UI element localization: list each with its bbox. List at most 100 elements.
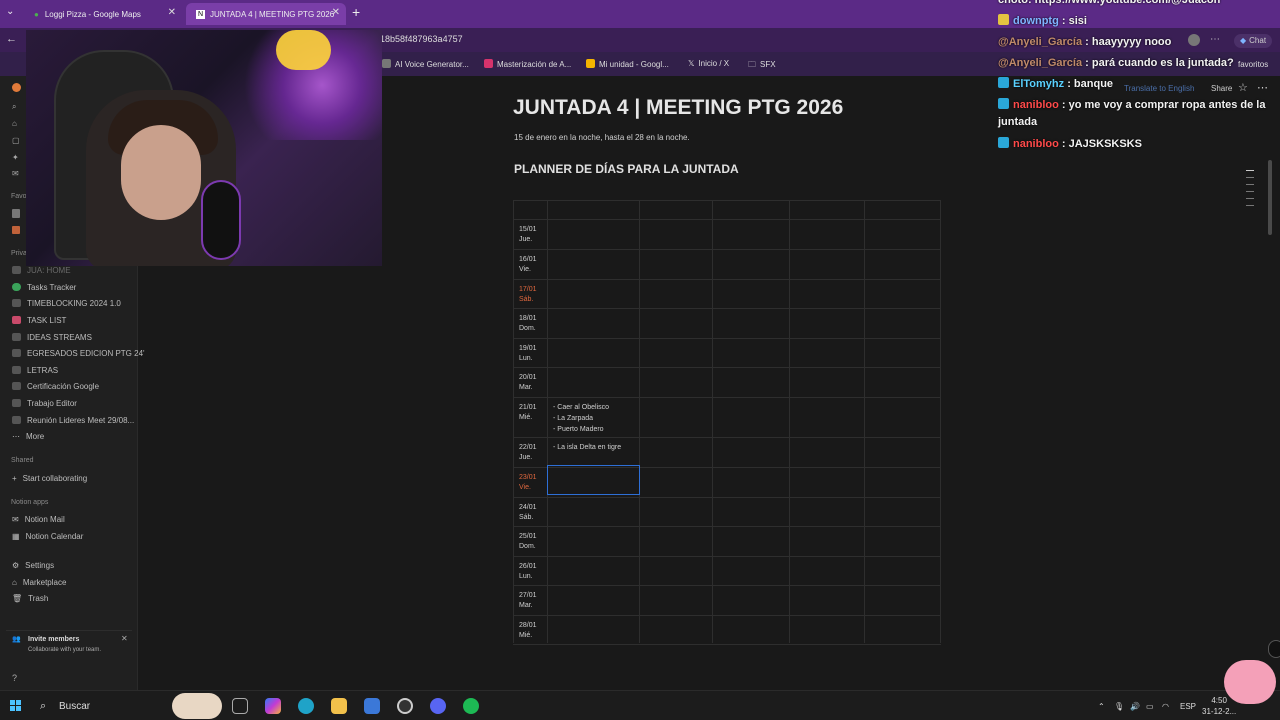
sidebar-item-more[interactable]: ⋯ More: [12, 432, 44, 441]
wifi-icon[interactable]: ◠: [1162, 702, 1169, 711]
table-row[interactable]: 19/01 Lun.: [513, 339, 941, 368]
scrollbar[interactable]: [1268, 160, 1272, 235]
bookmark-x[interactable]: 𝕏 Inicio / X: [688, 59, 729, 68]
sidebar-item-letras[interactable]: LETRAS: [12, 366, 58, 375]
plan-cell[interactable]: - Caer al Obelisco - La Zarpada - Puerto M…: [553, 402, 609, 435]
sidebar-item-ideas[interactable]: IDEAS STREAMS: [12, 333, 92, 342]
favorite-page-icon[interactable]: [12, 209, 20, 218]
maps-pin-icon: ●: [34, 9, 39, 19]
file-explorer-icon[interactable]: [331, 698, 347, 714]
taskbar-search[interactable]: Buscar: [59, 701, 90, 712]
page-outline[interactable]: [1246, 170, 1256, 212]
prime-badge-icon: [998, 137, 1009, 148]
sidebar-item-trash[interactable]: 🗑 Trash: [12, 594, 48, 603]
stream-chat-overlay: choto: https://www.youtube.com/@Juacon do…: [994, 0, 1280, 160]
page-icon[interactable]: ▢: [12, 136, 20, 145]
table-row[interactable]: 28/01 Mié.: [513, 616, 941, 645]
invite-subtitle: Collaborate with your team.: [28, 647, 102, 653]
row-date-number: 18/01: [519, 315, 537, 322]
sidebar-item-timeblocking[interactable]: TIMEBLOCKING 2024 1.0: [12, 299, 121, 308]
chat-message: nanibloo : yo me voy a comprar ropa ante…: [998, 97, 1276, 131]
plan-cell[interactable]: - La isla Delta en tigre: [553, 442, 621, 453]
volume-icon[interactable]: 🔊: [1130, 702, 1140, 711]
home-icon[interactable]: ⌂: [12, 119, 17, 128]
tab-menu-icon[interactable]: ⌄: [6, 6, 14, 17]
row-day-name: Mié.: [519, 632, 533, 639]
store-icon[interactable]: [364, 698, 380, 714]
sidebar-item-tasks[interactable]: Tasks Tracker: [12, 283, 76, 292]
workspace-icon[interactable]: [12, 83, 21, 92]
bookmark-masterizacion[interactable]: Masterización de A...: [484, 59, 571, 69]
row-date: 21/01 Mié.: [519, 403, 537, 423]
table-row[interactable]: 15/01 Jue.: [513, 220, 941, 250]
sidebar-item-notion-mail[interactable]: ✉ Notion Mail: [12, 515, 65, 524]
copilot-icon[interactable]: [265, 698, 281, 714]
search-icon[interactable]: ⌕: [12, 102, 16, 112]
invite-members-card[interactable]: [6, 630, 132, 660]
table-row[interactable]: 16/01 Vie.: [513, 250, 941, 280]
bookmark-ai-voice[interactable]: AI Voice Generator...: [382, 59, 469, 69]
sidebar-item-trabajo[interactable]: Trabajo Editor: [12, 399, 77, 408]
table-row[interactable]: 24/01 Sáb.: [513, 498, 941, 527]
table-row[interactable]: 27/01 Mar.: [513, 586, 941, 616]
url-field[interactable]: 18b58f487963a4757: [380, 34, 463, 44]
row-date: 23/01 Vie.: [519, 473, 537, 493]
sidebar-item-settings[interactable]: ⚙ Settings: [12, 561, 54, 570]
row-date-number: 26/01: [519, 563, 537, 570]
row-date-number: 15/01: [519, 226, 537, 233]
sidebar-item-reunion[interactable]: Reunión Lideres Meet 29/08...: [12, 416, 134, 425]
sidebar-item-marketplace[interactable]: ⌂ Marketplace: [12, 578, 66, 587]
table-row[interactable]: 20/01 Mar.: [513, 368, 941, 398]
sidebar-item-egresados[interactable]: EGRESADOS EDICION PTG 24': [12, 349, 145, 358]
back-arrow-icon[interactable]: ←: [6, 33, 17, 45]
chat-message: ElTomyhz : banque: [998, 76, 1276, 93]
ai-icon[interactable]: ✦: [12, 153, 19, 162]
start-collaborating[interactable]: + Start collaborating: [12, 474, 87, 483]
tab-juntada[interactable]: N JUNTADA 4 | MEETING PTG 2026 ✕: [186, 3, 346, 25]
help-icon[interactable]: ?: [12, 673, 17, 683]
search-icon: ⌕: [40, 700, 47, 712]
obs-icon[interactable]: [397, 698, 413, 714]
table-row[interactable]: 21/01 Mié. - Caer al Obelisco - La Zarpada -…: [513, 398, 941, 438]
close-icon[interactable]: ✕: [121, 634, 128, 643]
sidebar-item-home[interactable]: JUA: HOME: [12, 266, 71, 275]
bookmark-mi-unidad[interactable]: Mi unidad - Googl...: [586, 59, 669, 69]
people-icon: 👥: [12, 636, 21, 643]
mic-icon[interactable]: 🎙: [1114, 702, 1124, 711]
language-indicator[interactable]: ESP: [1180, 702, 1196, 711]
table-row[interactable]: 22/01 Jue. - La isla Delta en tigre: [513, 438, 941, 468]
spotify-icon[interactable]: [463, 698, 479, 714]
side-panel-toggle[interactable]: [1268, 640, 1280, 658]
selected-cell[interactable]: [547, 465, 640, 495]
row-date-number: 27/01: [519, 592, 537, 599]
new-tab-button[interactable]: +: [352, 4, 360, 20]
close-tab-icon[interactable]: ✕: [168, 7, 176, 18]
sidebar-item-task-list[interactable]: TASK LIST: [12, 316, 66, 325]
planner-heading[interactable]: PLANNER DE DÍAS PARA LA JUNTADA: [514, 162, 739, 176]
chat-text: : banque: [1064, 78, 1114, 90]
row-day-name: Lun.: [519, 355, 533, 362]
table-row[interactable]: 25/01 Dom.: [513, 527, 941, 557]
favorite-page-icon[interactable]: [12, 226, 20, 234]
bookmark-sfx[interactable]: 🗀 SFX: [748, 59, 776, 73]
tab-label: Loggi Pizza - Google Maps: [44, 9, 141, 19]
windows-start-icon[interactable]: [10, 700, 22, 712]
display-icon[interactable]: ▭: [1146, 702, 1154, 711]
table-header-row[interactable]: [513, 201, 941, 220]
page-icon: [12, 366, 21, 374]
inbox-icon[interactable]: ✉: [12, 169, 19, 178]
close-tab-icon[interactable]: ✕: [332, 7, 340, 18]
task-view-icon[interactable]: [232, 698, 248, 714]
tab-google-maps[interactable]: ● Loggi Pizza - Google Maps ✕: [24, 3, 182, 25]
edge-icon[interactable]: [298, 698, 314, 714]
page-subtitle[interactable]: 15 de enero en la noche, hasta el 28 en …: [514, 133, 690, 142]
page-title[interactable]: JUNTADA 4 | MEETING PTG 2026: [513, 96, 843, 120]
sidebar-item-certificacion[interactable]: Certificación Google: [12, 382, 99, 391]
calendar-icon: ▦: [12, 532, 20, 541]
tray-chevron-icon[interactable]: ⌃: [1098, 702, 1105, 711]
discord-icon[interactable]: [430, 698, 446, 714]
table-row[interactable]: 18/01 Dom.: [513, 309, 941, 339]
table-row[interactable]: 17/01 Sáb.: [513, 280, 941, 309]
sidebar-item-notion-calendar[interactable]: ▦ Notion Calendar: [12, 532, 83, 541]
table-row[interactable]: 26/01 Lun.: [513, 557, 941, 586]
